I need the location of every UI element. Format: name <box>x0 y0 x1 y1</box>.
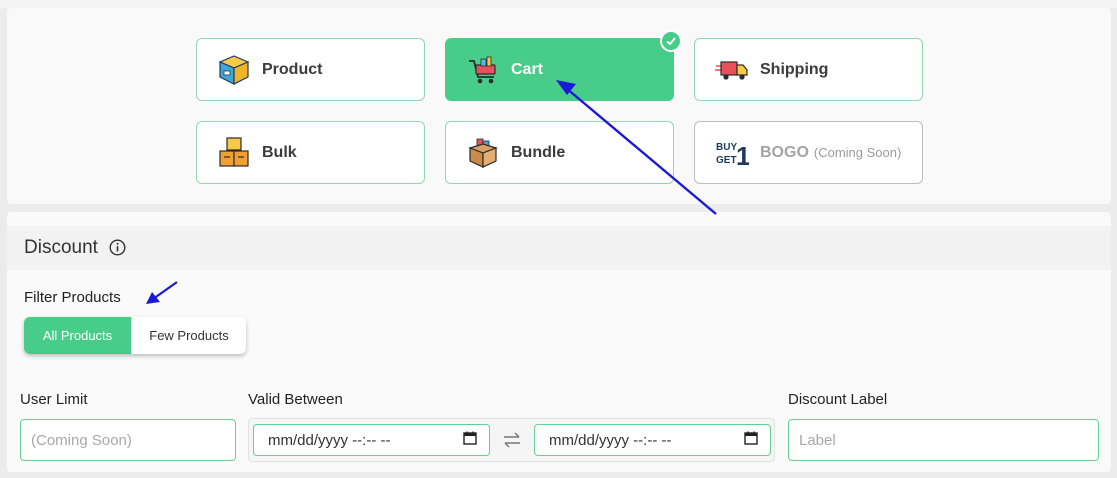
type-card-label: Shipping <box>760 60 829 78</box>
box-icon <box>217 53 251 87</box>
stacked-boxes-icon <box>217 136 251 170</box>
swap-arrows-icon <box>501 431 523 449</box>
type-card-label: Bulk <box>262 143 297 161</box>
user-limit-label: User Limit <box>20 391 88 408</box>
type-card-bundle[interactable]: Bundle <box>445 121 674 184</box>
discount-label-label: Discount Label <box>788 391 888 408</box>
valid-between-label: Valid Between <box>248 391 343 408</box>
type-card-label: Bundle <box>511 143 566 161</box>
buy-get-1-icon: BUY GET 1 <box>715 136 749 170</box>
type-card-label: BOGO <box>760 143 809 161</box>
open-box-icon <box>466 136 500 170</box>
valid-to-value: mm/dd/yyyy --:-- -- <box>549 431 672 449</box>
valid-to-input[interactable]: mm/dd/yyyy --:-- -- <box>534 424 771 456</box>
info-icon[interactable] <box>109 239 126 256</box>
shopping-cart-icon <box>466 53 500 87</box>
filter-few-products-button[interactable]: Few Products <box>131 317 246 354</box>
discount-title: Discount <box>24 237 98 258</box>
type-card-shipping[interactable]: Shipping <box>694 38 923 101</box>
top-strip <box>0 0 1117 8</box>
type-card-label: Cart <box>511 60 544 78</box>
valid-from-input[interactable]: mm/dd/yyyy --:-- -- <box>253 424 490 456</box>
user-limit-input[interactable]: (Coming Soon) <box>20 419 236 461</box>
svg-text:GET: GET <box>716 155 737 166</box>
filter-all-products-button[interactable]: All Products <box>24 317 131 354</box>
type-card-bulk[interactable]: Bulk <box>196 121 425 184</box>
coming-soon-note: (Coming Soon) <box>813 145 902 160</box>
type-card-cart[interactable]: Cart <box>445 30 682 101</box>
type-card-bogo[interactable]: BUY GET 1 BOGO (Coming Soon) <box>694 121 923 184</box>
filter-products-label: Filter Products <box>24 289 121 306</box>
delivery-truck-icon <box>715 53 749 87</box>
check-icon <box>660 30 682 52</box>
valid-from-value: mm/dd/yyyy --:-- -- <box>268 431 391 449</box>
calendar-icon[interactable] <box>463 431 477 449</box>
discount-header <box>7 226 1111 270</box>
discount-label-input[interactable]: Label <box>788 419 1099 461</box>
svg-text:BUY: BUY <box>716 142 737 153</box>
calendar-icon[interactable] <box>744 431 758 449</box>
filter-products-toggle: All Products Few Products <box>24 317 246 354</box>
type-card-label: Product <box>262 60 323 78</box>
svg-text:1: 1 <box>736 141 749 170</box>
type-card-product[interactable]: Product <box>196 38 425 101</box>
